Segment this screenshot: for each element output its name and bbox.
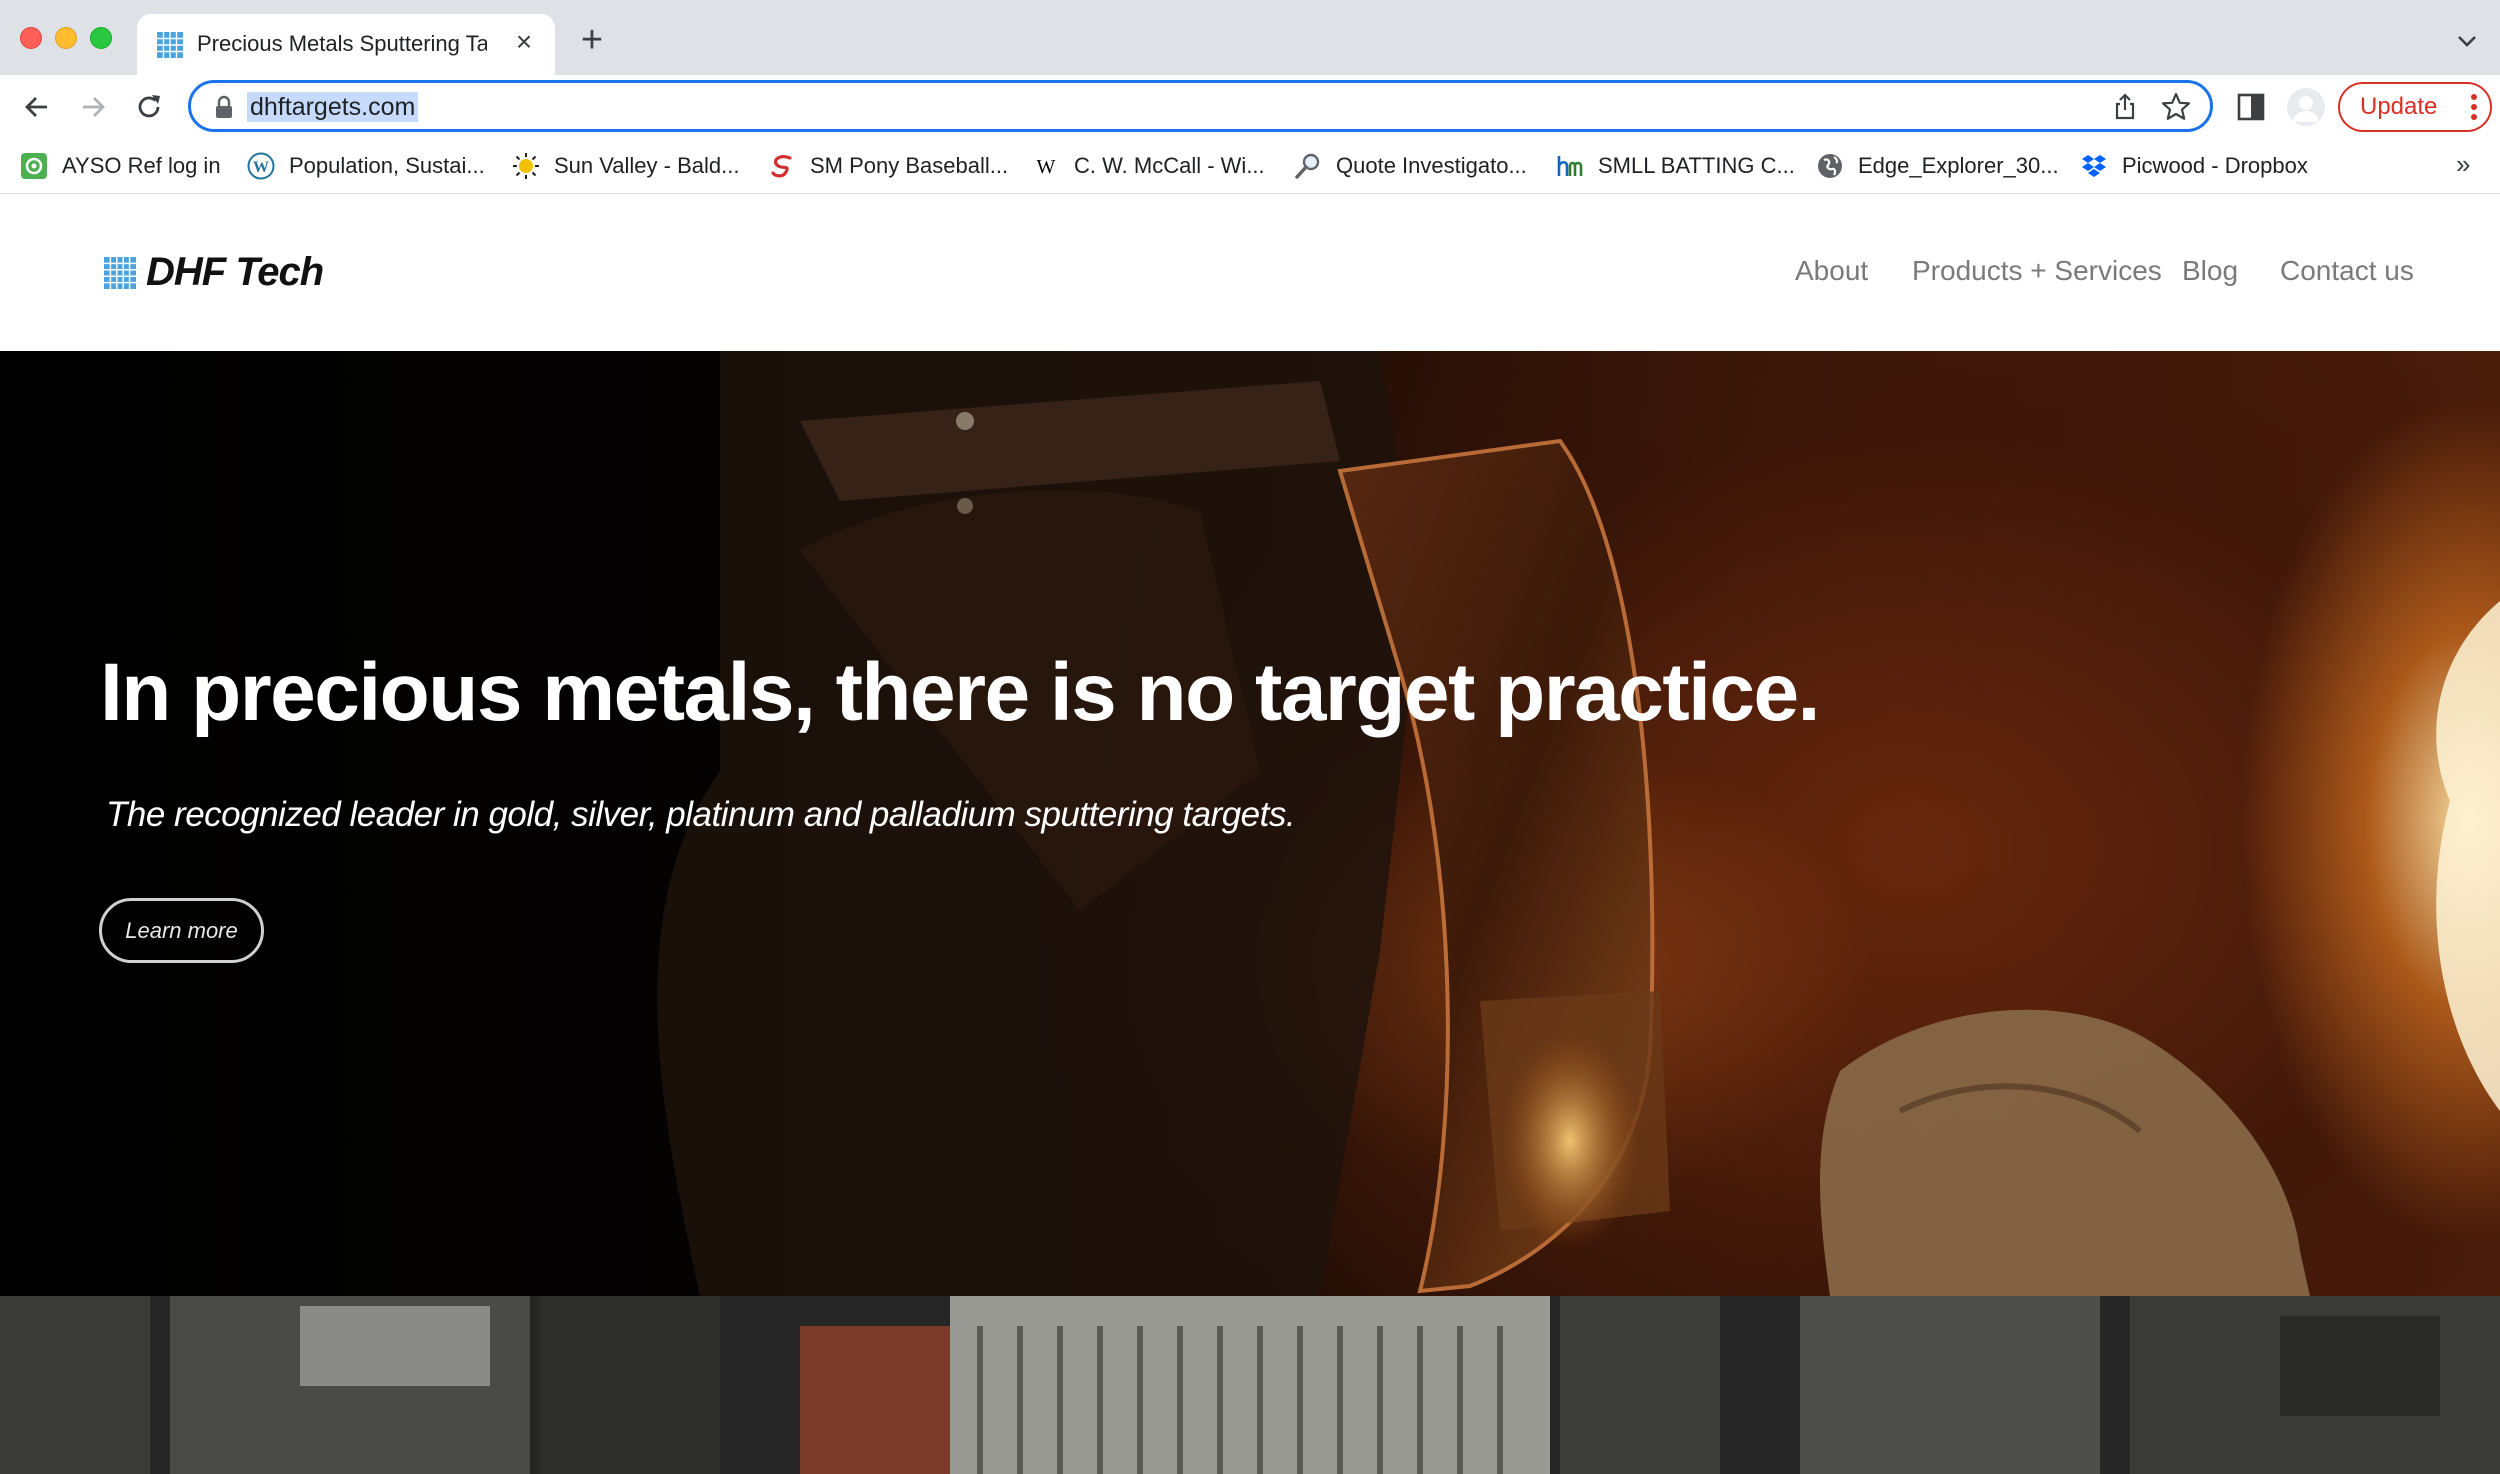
update-button[interactable]: Update	[2338, 82, 2492, 132]
bookmark-label: Sun Valley - Bald...	[554, 153, 740, 178]
browser-tab-bar: Precious Metals Sputtering Targets | DHF…	[0, 0, 2500, 75]
nav-blog[interactable]: Blog	[2182, 255, 2238, 287]
reload-icon[interactable]	[131, 89, 167, 125]
svg-text:W: W	[1037, 156, 1056, 178]
tab-close-icon[interactable]: ×	[509, 27, 539, 57]
tab-search-chevron-icon[interactable]	[2452, 26, 2482, 56]
bookmark-label: SMLL BATTING C...	[1598, 153, 1795, 178]
address-bar[interactable]: dhftargets.com	[188, 80, 2213, 132]
learn-more-button[interactable]: Learn more	[99, 898, 264, 963]
bookmark-label: Picwood - Dropbox	[2122, 153, 2308, 178]
tab-title: Precious Metals Sputtering Targets | DHF…	[197, 31, 487, 56]
bookmark-item[interactable]: Quote Investigato...	[1294, 149, 1527, 183]
wikipedia-icon: W	[1037, 156, 1056, 178]
bookmarks-bar: AYSO Ref log in W Population, Sustai... …	[0, 139, 2500, 194]
bookmark-item[interactable]: W Population, Sustai...	[247, 149, 485, 183]
sun-valley-icon	[513, 153, 539, 179]
site-logo[interactable]: DHF Tech	[104, 250, 324, 295]
side-panel-icon[interactable]	[2234, 90, 2268, 124]
bookmark-item[interactable]: Sun Valley - Bald...	[512, 149, 739, 183]
bookmark-item[interactable]: SM Pony Baseball...	[768, 149, 1008, 183]
bookmark-star-icon[interactable]	[2160, 91, 2192, 123]
bookmark-label: Quote Investigato...	[1336, 153, 1527, 178]
window-minimize-button[interactable]	[55, 27, 77, 49]
dhf-logo-grid-icon	[104, 256, 136, 289]
site-header: DHF Tech About Products + Services Blog …	[0, 195, 2500, 351]
bookmark-item[interactable]: SMLL BATTING C...	[1556, 149, 1795, 183]
profile-avatar[interactable]	[2287, 88, 2325, 126]
pony-icon	[771, 155, 792, 178]
back-arrow-icon[interactable]	[18, 89, 54, 125]
window-zoom-button[interactable]	[90, 27, 112, 49]
browser-tab-active[interactable]: Precious Metals Sputtering Targets | DHF…	[137, 14, 555, 75]
update-label: Update	[2360, 93, 2438, 120]
profile-person-icon	[2293, 96, 2319, 122]
magnifier-icon	[1295, 153, 1320, 179]
window-close-button[interactable]	[20, 27, 42, 49]
wordpress-icon: W	[247, 152, 275, 180]
bookmark-item[interactable]: AYSO Ref log in	[20, 149, 221, 183]
bookmark-label: Edge_Explorer_30...	[1858, 153, 2059, 178]
nav-products-services[interactable]: Products + Services	[1912, 255, 2162, 287]
bookmark-item[interactable]: Picwood - Dropbox	[2080, 149, 2308, 183]
brand-name: DHF Tech	[146, 250, 324, 294]
hero-banner: In precious metals, there is no target p…	[0, 351, 2500, 1296]
lock-icon[interactable]	[213, 95, 235, 119]
ayso-icon	[21, 153, 47, 179]
nav-contact-us[interactable]: Contact us	[2280, 255, 2414, 287]
bookmark-item[interactable]: Edge_Explorer_30...	[1816, 149, 2059, 183]
bookmark-label: C. W. McCall - Wi...	[1074, 153, 1265, 178]
address-url-text[interactable]: dhftargets.com	[247, 92, 419, 122]
bookmarks-overflow-chevron-icon[interactable]: »	[2456, 149, 2470, 180]
browser-toolbar: dhftargets.com Update	[0, 75, 2500, 139]
share-icon[interactable]	[2110, 92, 2140, 122]
new-tab-plus-icon[interactable]: +	[575, 21, 609, 59]
hm-icon	[1557, 156, 1583, 176]
bookmark-label: AYSO Ref log in	[62, 153, 221, 178]
kebab-menu-icon[interactable]	[2470, 93, 2478, 121]
hero-subheadline: The recognized leader in gold, silver, p…	[106, 795, 1296, 834]
dhf-favicon-icon	[157, 32, 183, 58]
bookmark-label: Population, Sustai...	[289, 153, 485, 178]
globe-icon	[1818, 154, 1842, 178]
hero-headline: In precious metals, there is no target p…	[100, 647, 1820, 738]
dropbox-icon	[2082, 155, 2106, 177]
city-rooftops-image	[0, 1296, 2500, 1474]
forward-arrow-icon[interactable]	[76, 89, 112, 125]
bookmark-label: SM Pony Baseball...	[810, 153, 1009, 178]
svg-text:W: W	[253, 159, 269, 176]
nav-about[interactable]: About	[1795, 255, 1868, 287]
bookmark-item[interactable]: W C. W. McCall - Wi...	[1032, 149, 1265, 183]
city-aerial-image	[0, 1296, 2500, 1474]
